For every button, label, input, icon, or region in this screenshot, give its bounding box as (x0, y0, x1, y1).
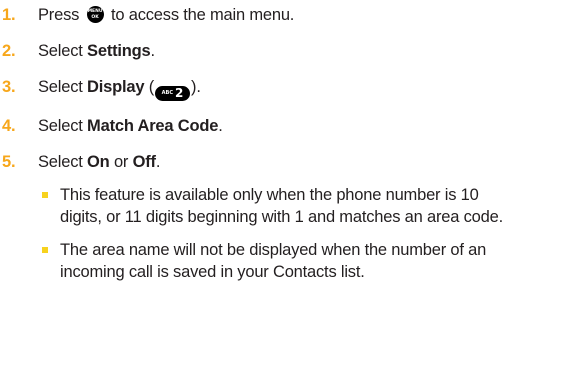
note-text: This feature is available only when the … (60, 185, 503, 226)
step-5: 5. Select On or Off. This feature is ava… (0, 151, 581, 283)
step-text: . (155, 152, 161, 171)
ok-key-label: OK (91, 15, 99, 20)
menu-ok-key-icon: MENU OK (86, 6, 104, 23)
note-item: This feature is available only when the … (38, 184, 510, 228)
note-text: The area name will not be displayed when… (60, 240, 487, 281)
menu-option-display: Display (87, 78, 145, 96)
step-number: 3. (2, 78, 16, 96)
step-number: 5. (2, 152, 16, 171)
key-digit: 2 (175, 86, 184, 100)
step-number: 1. (2, 6, 16, 24)
option-off: Off (132, 152, 156, 171)
step-text: ( (144, 78, 155, 96)
step-text: Select (38, 42, 88, 60)
menu-key-label: MENU (87, 9, 103, 14)
key-letters: ABC (161, 90, 174, 96)
step-text: Press (38, 6, 80, 24)
option-on: On (87, 152, 110, 171)
step-text: Select (38, 152, 88, 171)
step-5-notes: This feature is available only when the … (38, 184, 581, 283)
step-3: 3. Select Display (ABC 2). (0, 76, 581, 101)
bullet-square-icon (42, 191, 48, 198)
note-item: The area name will not be displayed when… (38, 239, 510, 283)
step-1: 1. Press MENU OK to access the main menu. (0, 4, 581, 26)
menu-option-settings: Settings (87, 42, 151, 60)
step-4: 4. Select Match Area Code. (0, 115, 581, 137)
menu-option-match-area-code: Match Area Code (87, 116, 219, 135)
instruction-steps: 1. Press MENU OK to access the main menu.… (0, 0, 581, 283)
step-text: to access the main menu. (110, 6, 295, 24)
step-number: 2. (2, 42, 16, 60)
step-text: or (109, 152, 133, 171)
step-text: Select (38, 78, 88, 96)
bullet-square-icon (42, 246, 48, 253)
step-text: Select (38, 116, 88, 135)
step-text: . (218, 116, 223, 135)
step-2: 2. Select Settings. (0, 40, 581, 62)
step-text: . (150, 42, 156, 60)
abc2-key-icon: ABC 2 (155, 85, 191, 101)
step-text: ). (191, 78, 201, 96)
step-number: 4. (2, 116, 16, 135)
